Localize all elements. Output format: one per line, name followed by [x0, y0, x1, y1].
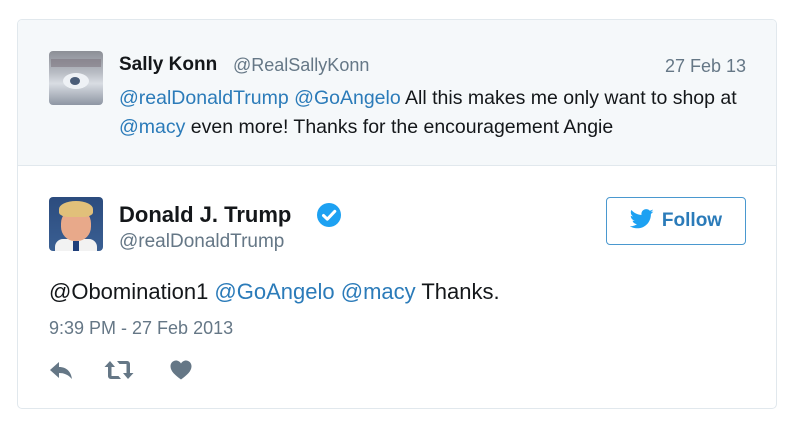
mention-link[interactable]: @GoAngelo — [294, 87, 401, 109]
mention-link[interactable]: @macy — [119, 116, 185, 138]
twitter-bird-icon — [629, 208, 654, 234]
parent-author-name[interactable]: Sally Konn — [119, 54, 217, 76]
parent-author-handle[interactable]: @RealSallyKonn — [233, 55, 369, 76]
parent-author-avatar[interactable] — [49, 51, 103, 105]
mention-link[interactable]: @GoAngelo — [214, 279, 334, 304]
follow-button-label: Follow — [661, 210, 723, 231]
mention-link[interactable]: @realDonaldTrump — [119, 87, 289, 109]
follow-button[interactable]: Follow — [606, 197, 746, 245]
tweet-text-segment: All this makes me only want to shop at — [400, 87, 737, 109]
tweet-text: @Obomination1 @GoAngelo @macy Thanks. — [49, 279, 500, 305]
heart-icon[interactable] — [169, 358, 193, 387]
author-handle[interactable]: @realDonaldTrump — [119, 231, 284, 253]
tweet-text-segment: @Obomination1 — [49, 279, 215, 304]
tweet-text-segment: even more! Thanks for the encouragement … — [185, 116, 614, 138]
parent-tweet-date[interactable]: 27 Feb 13 — [665, 56, 746, 77]
tweet-timestamp[interactable]: 9:39 PM - 27 Feb 2013 — [49, 318, 233, 339]
parent-tweet-text: @realDonaldTrump @GoAngelo All this make… — [119, 84, 759, 142]
verified-badge-icon — [317, 203, 341, 227]
reply-icon[interactable] — [49, 358, 75, 387]
parent-tweet[interactable]: Sally Konn @RealSallyKonn 27 Feb 13 @rea… — [18, 20, 776, 166]
tweet-text-segment: Thanks. — [415, 279, 500, 304]
mention-link[interactable]: @macy — [341, 279, 416, 304]
embedded-tweet-card: Sally Konn @RealSallyKonn 27 Feb 13 @rea… — [17, 19, 777, 409]
retweet-icon[interactable] — [104, 358, 134, 387]
author-name[interactable]: Donald J. Trump — [119, 202, 291, 228]
author-avatar[interactable] — [49, 197, 103, 251]
